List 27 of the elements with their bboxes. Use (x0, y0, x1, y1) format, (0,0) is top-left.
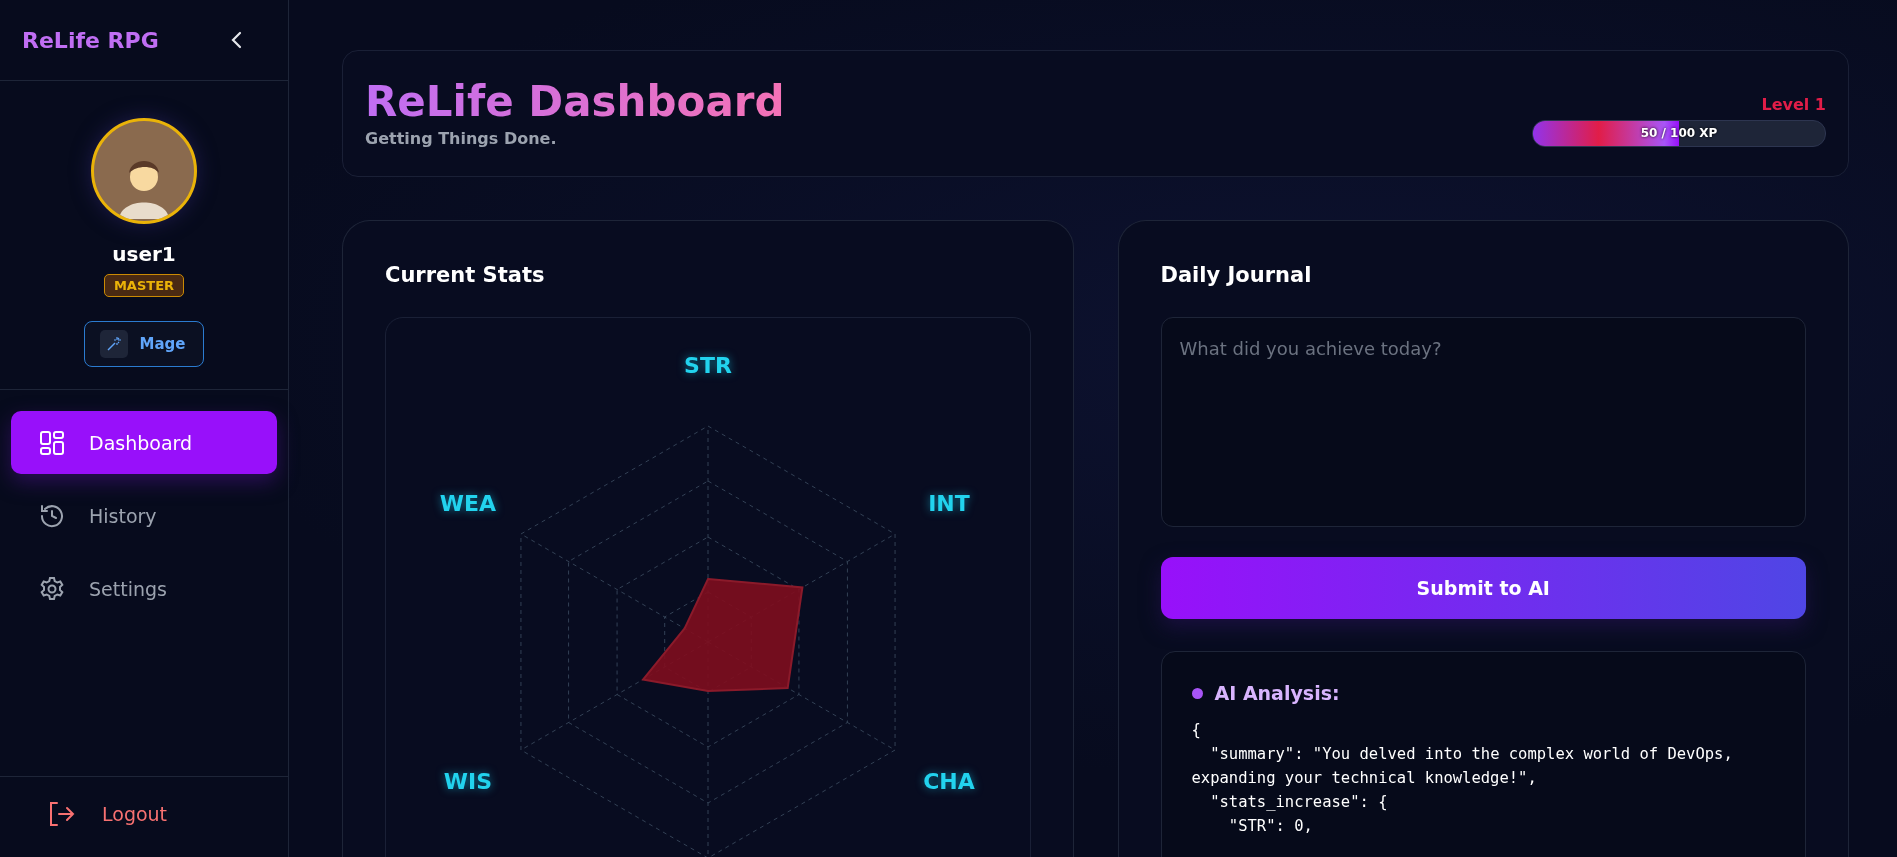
analysis-title: AI Analysis: (1214, 682, 1340, 704)
level-label: Level 1 (1761, 94, 1826, 114)
logout-icon (48, 801, 76, 827)
dashboard-icon (39, 429, 65, 456)
stat-axis-label: WEA (439, 491, 497, 516)
card-title: Current Stats (385, 263, 546, 287)
stat-axis-label: INT (928, 491, 970, 516)
magic-wand-icon (99, 330, 128, 358)
page-subtitle: Getting Things Done. (365, 129, 558, 149)
card-title: Daily Journal (1160, 263, 1313, 287)
class-button[interactable]: Mage (83, 321, 205, 367)
nav-item[interactable]: Dashboard (11, 411, 277, 474)
app-logo-text: ReLife RPG (22, 27, 159, 53)
analysis-json-text: { "summary": "You delved into the complex world of DevOps, expanding your technical knowledge!", "stats_increase": { "STR": 0, (1191, 720, 1734, 837)
submit-button[interactable]: Submit to AI (1160, 557, 1806, 619)
stat-axis-label: CHA (923, 769, 975, 794)
stat-axis-label: WIS (443, 769, 493, 794)
history-icon (39, 502, 65, 529)
bullet-icon (1191, 687, 1203, 699)
nav-item[interactable]: History (11, 484, 277, 547)
logout-link[interactable]: Logout (48, 801, 288, 827)
journal-input[interactable]: What did you achieve today? (1160, 317, 1806, 527)
settings-icon (39, 575, 65, 602)
stat-axis-label: STR (684, 353, 732, 378)
rank-badge: MASTER (103, 274, 185, 297)
nav-item[interactable]: Settings (11, 557, 277, 620)
username: user1 (112, 242, 176, 266)
